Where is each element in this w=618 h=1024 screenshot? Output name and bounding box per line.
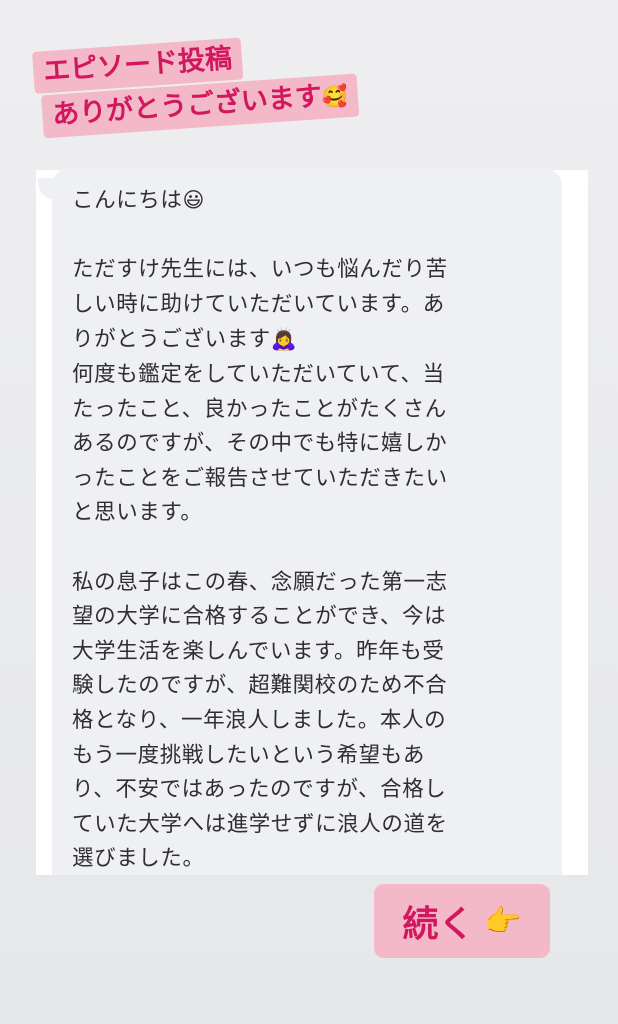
paragraph-1-line-3: りがとうございます🙇‍♀️ — [72, 322, 542, 358]
paragraph-1-line-2: しい時に助けていただいています。あ — [72, 291, 445, 317]
paragraph-2-line-7: り、不安ではあったのですが、合格し — [72, 777, 447, 803]
bowing-woman-icon: 🙇‍♀️ — [270, 327, 298, 352]
paragraph-1-line-5: たったこと、良かったことがたくさん — [72, 396, 447, 422]
greeting-line: こんにちは😃 — [72, 183, 542, 219]
paragraph-2-line-4: 験したのですが、超難関校のため不合 — [72, 673, 448, 699]
paragraph-2-line-2: 望の大学に合格することができ、今は — [72, 604, 447, 630]
continue-sticker: 続く 👉 — [374, 884, 550, 958]
paragraph-2-line-8: ていた大学へは進学せずに浪人の道を — [72, 811, 448, 837]
paragraph-1-line-4: 何度も鑑定をしていただいていて、当 — [72, 361, 445, 387]
paragraph-2-line-6: もう一度挑戦したいという希望もあ — [72, 742, 425, 768]
paragraph-2-line-1: 私の息子はこの春、念願だった第一志 — [72, 569, 448, 595]
paragraph-1-line-7: ったことをご報告させていただきたい — [72, 465, 448, 491]
greeting-text: こんにちは — [72, 188, 183, 213]
smiling-face-hearts-icon: 🥰 — [321, 84, 349, 110]
paragraph-1-line-8: と思います。 — [72, 500, 203, 526]
grinning-face-icon: 😃 — [182, 188, 206, 212]
paragraph-1-line-6: あるのですが、その中でも特に嬉しか — [72, 431, 448, 457]
paragraph-2-line-5: 格となり、一年浪人しました。本人の — [72, 707, 447, 733]
paragraph-2-line-9: 選びました。 — [72, 846, 205, 872]
message-text: こんにちは😃 ただすけ先生には、いつも悩んだり苦 しい時に助けていただいています… — [72, 183, 542, 873]
paragraph-1-line-3-text: りがとうございます — [72, 327, 271, 353]
pointing-right-icon: 👉 — [484, 903, 522, 939]
continue-label: 続く — [402, 904, 475, 945]
paragraph-2-line-3: 大学生活を楽しんでいます。昨年も受 — [72, 638, 445, 664]
paragraph-1-line-1: ただすけ先生には、いつも悩んだり苦 — [72, 257, 448, 283]
